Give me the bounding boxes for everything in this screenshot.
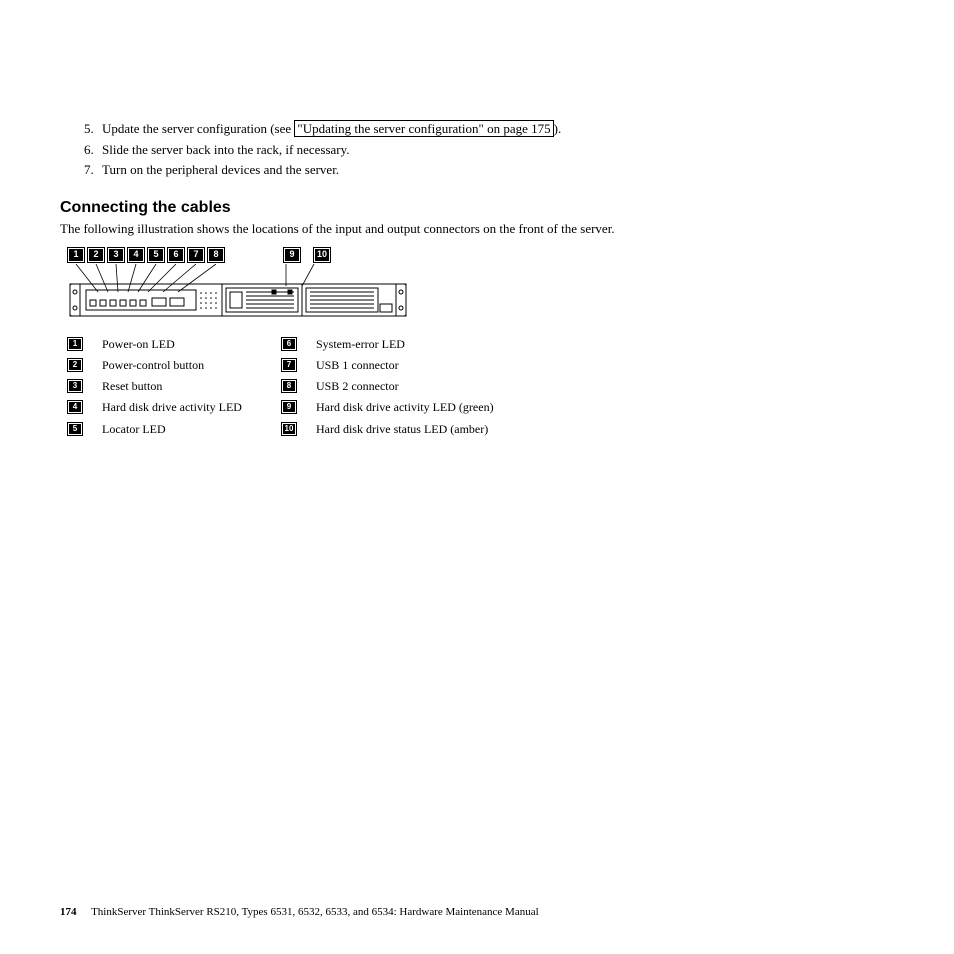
step-number: 7.: [84, 161, 102, 179]
step-text: Slide the server back into the rack, if …: [102, 141, 894, 159]
step-list: 5. Update the server configuration (see …: [60, 120, 894, 179]
page-footer: 174 ThinkServer ThinkServer RS210, Types…: [60, 905, 539, 920]
callout-number: 10: [314, 248, 330, 262]
callout-number: 5: [148, 248, 164, 262]
section-heading: Connecting the cables: [60, 197, 894, 219]
callout-number: 4: [128, 248, 144, 262]
legend-number: 8: [282, 380, 296, 392]
document-page: 5. Update the server configuration (see …: [0, 0, 954, 954]
legend-label: Hard disk drive status LED (amber): [316, 421, 494, 437]
legend-label: System-error LED: [316, 336, 494, 352]
legend-label: Hard disk drive activity LED: [102, 399, 242, 415]
legend-number: 5: [68, 423, 82, 435]
callout-number: 9: [284, 248, 300, 262]
server-drawing: [68, 280, 408, 324]
step-text-before: Update the server configuration (see: [102, 121, 294, 136]
callout-number: 7: [188, 248, 204, 262]
step-item: 6. Slide the server back into the rack, …: [84, 141, 894, 159]
section-intro: The following illustration shows the loc…: [60, 220, 620, 238]
callout-number: 1: [68, 248, 84, 262]
page-number: 174: [60, 906, 77, 918]
legend-label: Locator LED: [102, 421, 242, 437]
callout-legend: 1 Power-on LED 2 Power-control button 3 …: [68, 336, 894, 437]
legend-column: 6 System-error LED 7 USB 1 connector 8 U…: [282, 336, 494, 437]
footer-text: ThinkServer ThinkServer RS210, Types 653…: [91, 906, 539, 918]
callout-number: 6: [168, 248, 184, 262]
step-text-after: ).: [554, 121, 562, 136]
legend-number: 10: [282, 423, 296, 435]
callout-gap: [304, 248, 310, 262]
callout-number: 2: [88, 248, 104, 262]
legend-number: 3: [68, 380, 82, 392]
step-text: Turn on the peripheral devices and the s…: [102, 161, 894, 179]
step-number: 5.: [84, 120, 102, 138]
step-item: 7. Turn on the peripheral devices and th…: [84, 161, 894, 179]
cross-reference-link[interactable]: "Updating the server configuration" on p…: [294, 120, 553, 137]
callout-gap: [228, 248, 280, 262]
callout-number: 8: [208, 248, 224, 262]
legend-number: 1: [68, 338, 82, 350]
legend-number: 6: [282, 338, 296, 350]
step-text: Update the server configuration (see "Up…: [102, 120, 894, 138]
legend-label: Power-control button: [102, 357, 242, 373]
step-item: 5. Update the server configuration (see …: [84, 120, 894, 138]
legend-number: 9: [282, 401, 296, 413]
illustration-block: 1 2 3 4 5 6 7 8 9 10: [68, 248, 894, 324]
callout-row: 1 2 3 4 5 6 7 8 9 10: [68, 248, 894, 262]
legend-label: Hard disk drive activity LED (green): [316, 399, 494, 415]
legend-label: USB 2 connector: [316, 378, 494, 394]
legend-column: 1 Power-on LED 2 Power-control button 3 …: [68, 336, 242, 437]
legend-number: 4: [68, 401, 82, 413]
legend-number: 7: [282, 359, 296, 371]
legend-label: Reset button: [102, 378, 242, 394]
step-number: 6.: [84, 141, 102, 159]
legend-number: 2: [68, 359, 82, 371]
server-front-illustration: [68, 264, 408, 324]
legend-label: USB 1 connector: [316, 357, 494, 373]
legend-label: Power-on LED: [102, 336, 242, 352]
callout-number: 3: [108, 248, 124, 262]
